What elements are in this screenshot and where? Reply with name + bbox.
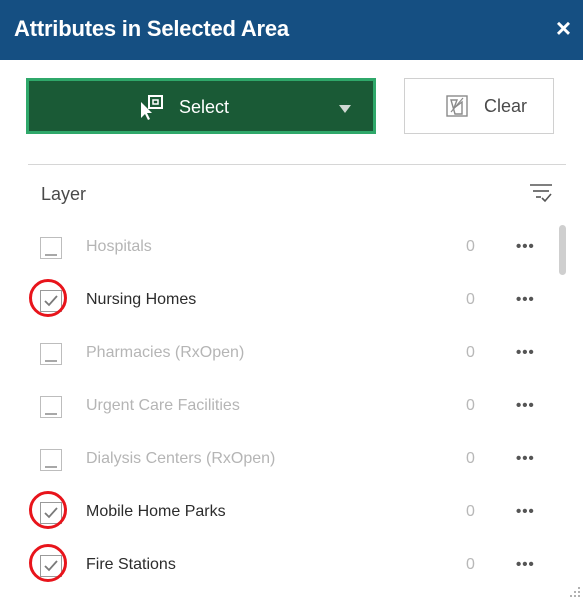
more-options-icon[interactable]: ••• [516,503,535,520]
chevron-down-icon[interactable] [339,105,351,113]
panel-title: Attributes in Selected Area [14,16,289,41]
layer-row-mobile-home-parks[interactable]: Mobile Home Parks 0 ••• [0,487,560,540]
select-area-icon [137,94,167,125]
layer-name: Urgent Care Facilities [86,397,240,414]
layer-row-urgent-care[interactable]: Urgent Care Facilities 0 ••• [0,381,560,434]
scrollbar-thumb[interactable] [559,225,566,275]
layer-list: Hospitals 0 ••• Nursing Homes 0 ••• Phar… [0,222,583,599]
layer-row-hospitals[interactable]: Hospitals 0 ••• [0,222,560,275]
feature-count: 0 [466,238,475,255]
feature-count: 0 [466,450,475,467]
more-options-icon[interactable]: ••• [516,344,535,361]
layer-name: Fire Stations [86,556,176,573]
close-icon[interactable]: × [556,13,571,43]
layer-checkbox[interactable] [40,237,62,259]
panel-header: Attributes in Selected Area × [0,0,583,60]
feature-count: 0 [466,397,475,414]
divider [28,164,566,165]
layer-name: Nursing Homes [86,291,197,308]
select-button[interactable]: Select [26,78,376,134]
clear-selection-icon [445,94,471,125]
clear-button-label: Clear [484,96,528,116]
feature-count: 0 [466,556,475,573]
more-options-icon[interactable]: ••• [516,291,535,308]
feature-count: 0 [466,344,475,361]
layer-name: Dialysis Centers (RxOpen) [86,450,276,467]
more-options-icon[interactable]: ••• [516,238,535,255]
layer-name: Pharmacies (RxOpen) [86,344,245,361]
layer-checkbox[interactable] [40,343,62,365]
more-options-icon[interactable]: ••• [516,556,535,573]
layer-row-dialysis-centers[interactable]: Dialysis Centers (RxOpen) 0 ••• [0,434,560,487]
layer-checkbox[interactable] [40,555,62,577]
more-options-icon[interactable]: ••• [516,397,535,414]
select-button-label: Select [179,97,230,117]
clear-button[interactable]: Clear [404,78,554,134]
filter-list-icon[interactable] [528,180,554,211]
layer-row-pharmacies[interactable]: Pharmacies (RxOpen) 0 ••• [0,328,560,381]
layer-row-nursing-homes[interactable]: Nursing Homes 0 ••• [0,275,560,328]
scrollbar[interactable] [558,222,568,599]
feature-count: 0 [466,291,475,308]
feature-count: 0 [466,503,475,520]
resize-grip-icon[interactable] [569,585,581,597]
layer-name: Mobile Home Parks [86,503,226,520]
more-options-icon[interactable]: ••• [516,450,535,467]
layer-checkbox[interactable] [40,502,62,524]
layer-checkbox[interactable] [40,449,62,471]
layer-name: Hospitals [86,238,152,255]
layer-checkbox[interactable] [40,290,62,312]
layer-column-heading: Layer [41,184,87,204]
layer-row-fire-stations[interactable]: Fire Stations 0 ••• [0,540,560,593]
layer-checkbox[interactable] [40,396,62,418]
